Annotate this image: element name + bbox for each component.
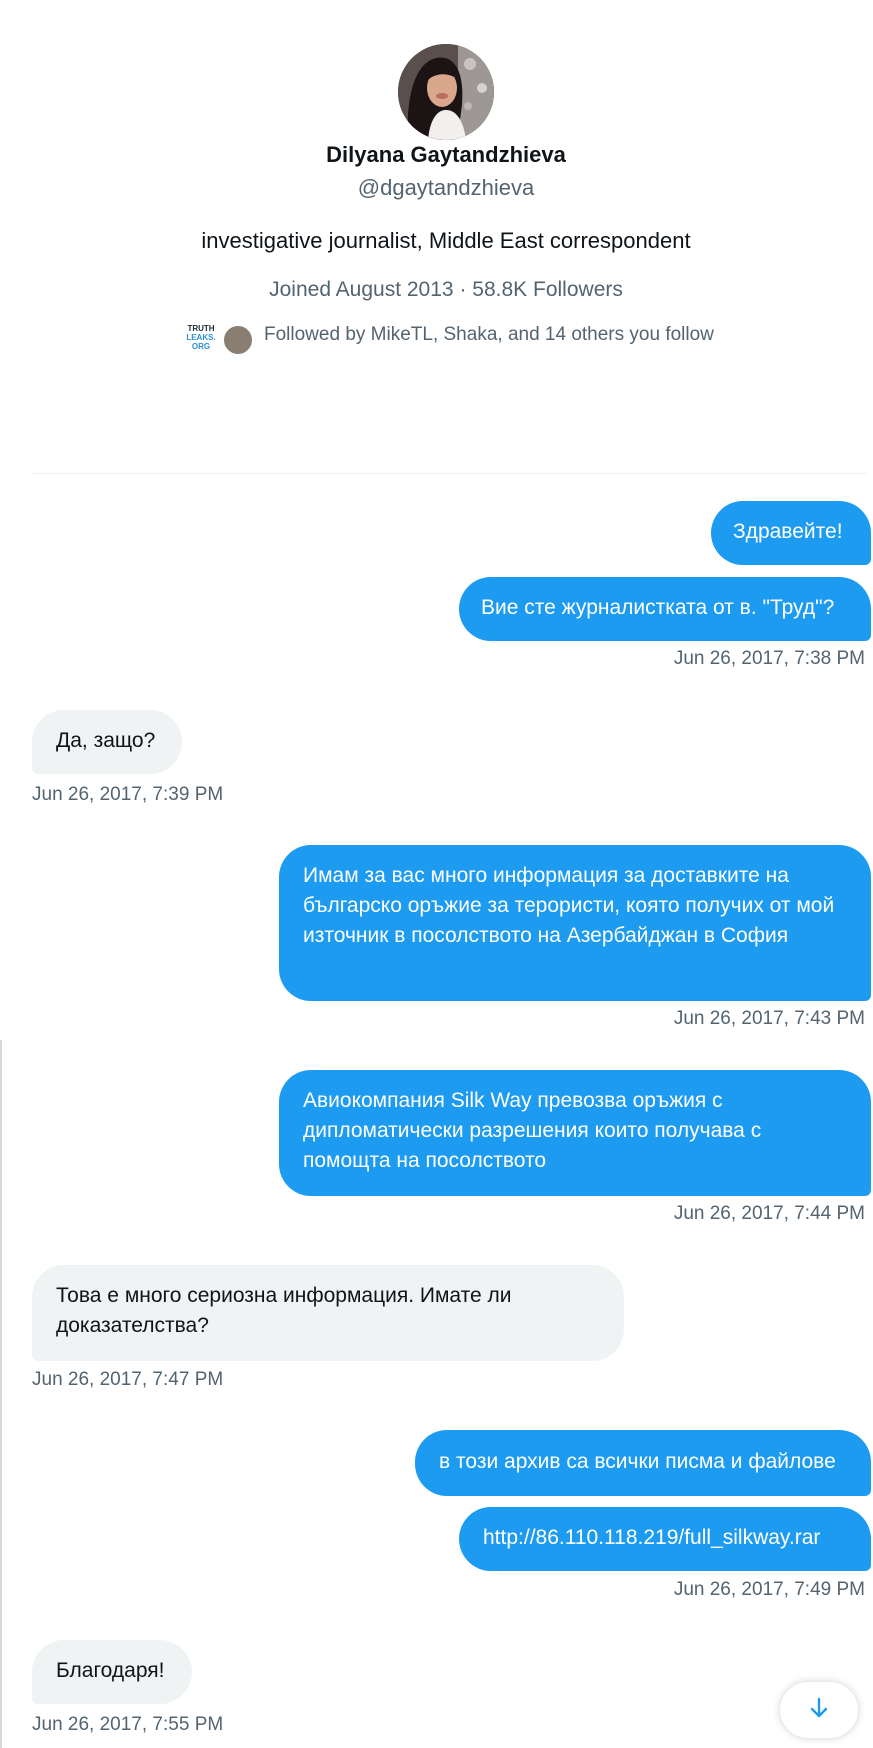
message-text: Здравейте! — [733, 520, 843, 543]
message-text: Благодаря! — [56, 1659, 165, 1682]
logo-line: TRUTH — [187, 324, 215, 333]
message-bubble-sent[interactable]: Авиокомпания Silk Way превозва оръжия с … — [279, 1070, 871, 1196]
message-bubble-sent[interactable]: Здравейте! — [711, 501, 871, 565]
followed-by-avatars: TRUTH LEAKS. ORG — [178, 324, 254, 356]
message-text: Вие сте журналистката от в. "Труд"? — [481, 596, 835, 619]
meta-separator: · — [459, 278, 467, 301]
message-link[interactable]: http://86.110.118.219/full_silkway.rar — [483, 1526, 820, 1549]
message-timestamp: Jun 26, 2017, 7:43 PM — [673, 1008, 865, 1029]
logo-line: LEAKS. — [186, 333, 216, 342]
message-bubble-received[interactable]: Това е много сериозна информация. Имате … — [32, 1265, 624, 1361]
message-timestamp: Jun 26, 2017, 7:39 PM — [32, 784, 224, 805]
message-bubble-sent[interactable]: Имам за вас много информация за доставки… — [279, 845, 871, 1001]
conversation-panel[interactable]: Dilyana Gaytandzhieva @dgaytandzhieva in… — [8, 0, 873, 1748]
message-text: Това е много сериозна информация. Имате … — [56, 1284, 512, 1337]
message-timestamp: Jun 26, 2017, 7:49 PM — [673, 1579, 865, 1600]
followers-count[interactable]: 58.8K Followers — [472, 278, 623, 301]
followed-by-text: Followed by MikeTL, Shaka, and 14 others… — [264, 324, 714, 345]
message-bubble-sent[interactable]: в този архив са всички писма и файлове — [415, 1430, 871, 1496]
arrow-down-icon — [807, 1696, 831, 1725]
truthleaks-logo: TRUTH LEAKS. ORG — [178, 324, 224, 356]
message-text: Имам за вас много информация за доставки… — [303, 864, 835, 947]
message-bubble-sent[interactable]: Вие сте журналистката от в. "Труд"? — [459, 577, 871, 641]
message-timestamp: Jun 26, 2017, 7:38 PM — [673, 648, 865, 669]
message-link-bubble[interactable]: http://86.110.118.219/full_silkway.rar — [459, 1507, 871, 1571]
message-text: в този архив са всички писма и файлове — [439, 1450, 836, 1473]
follower-avatar — [222, 324, 254, 356]
followed-by-row[interactable]: TRUTH LEAKS. ORG Followed by MikeTL, Sha… — [168, 320, 768, 360]
profile-name[interactable]: Dilyana Gaytandzhieva — [8, 142, 873, 168]
profile-bio: investigative journalist, Middle East co… — [201, 228, 691, 253]
message-timestamp: Jun 26, 2017, 7:44 PM — [673, 1203, 865, 1224]
message-timestamp: Jun 26, 2017, 7:55 PM — [32, 1714, 224, 1735]
rail-line — [0, 1040, 2, 1748]
dm-conversation-page: Dilyana Gaytandzhieva @dgaytandzhieva in… — [0, 0, 873, 1748]
message-bubble-received[interactable]: Да, защо? — [32, 710, 182, 774]
message-text: Да, защо? — [56, 729, 156, 752]
profile-avatar[interactable] — [398, 44, 494, 140]
profile-handle[interactable]: @dgaytandzhieva — [8, 175, 873, 201]
logo-line: ORG — [191, 342, 211, 351]
joined-date: Joined August 2013 — [269, 278, 454, 301]
left-rail — [0, 0, 8, 1748]
message-timestamp: Jun 26, 2017, 7:47 PM — [32, 1369, 224, 1390]
header-divider — [32, 473, 867, 474]
message-bubble-received[interactable]: Благодаря! — [32, 1640, 192, 1704]
scroll-to-bottom-button[interactable] — [780, 1682, 858, 1738]
message-text: Авиокомпания Silk Way превозва оръжия с … — [303, 1089, 762, 1172]
profile-meta: Joined August 2013 · 58.8K Followers — [8, 278, 873, 302]
